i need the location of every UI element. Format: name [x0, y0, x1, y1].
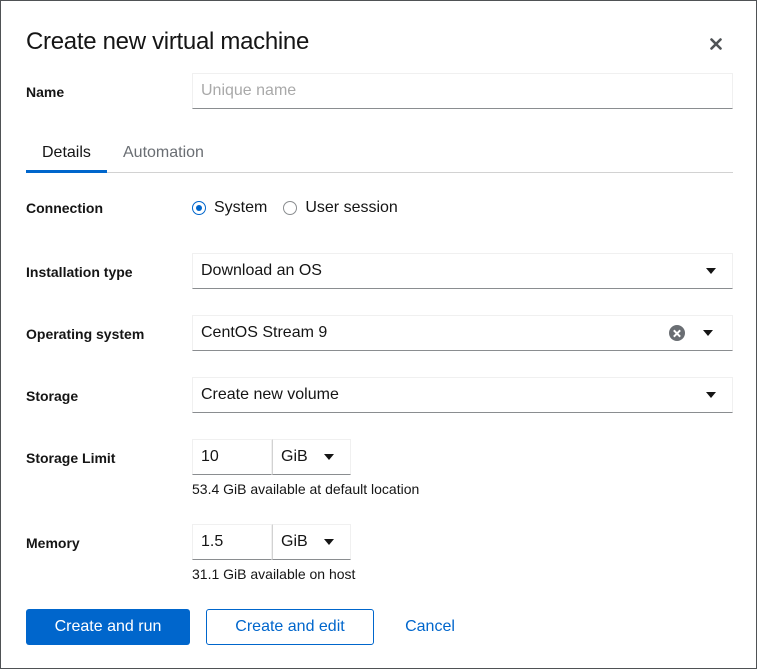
close-icon — [710, 38, 722, 50]
create-and-run-button[interactable]: Create and run — [26, 609, 190, 645]
caret-down-icon — [324, 454, 334, 460]
radio-unchecked-icon — [283, 201, 298, 215]
installation-type-value: Download an OS — [201, 262, 322, 279]
tab-details[interactable]: Details — [26, 136, 107, 173]
tab-automation[interactable]: Automation — [107, 136, 220, 173]
storage-limit-group: GiB — [192, 439, 351, 475]
memory-group: GiB — [192, 524, 351, 560]
radio-user-session[interactable]: User session — [283, 199, 398, 217]
create-vm-dialog: Create new virtual machine Name Details … — [0, 0, 757, 669]
close-button[interactable] — [705, 33, 727, 55]
caret-down-icon — [706, 392, 716, 398]
storage-select[interactable]: Create new volume — [192, 377, 733, 413]
radio-system-label: System — [214, 199, 268, 216]
installation-type-label: Installation type — [26, 264, 133, 280]
storage-value: Create new volume — [201, 386, 339, 403]
connection-radio-group: System User session — [192, 198, 414, 218]
radio-system[interactable]: System — [192, 199, 267, 217]
cancel-button[interactable]: Cancel — [390, 609, 470, 645]
storage-label: Storage — [26, 388, 79, 404]
dialog-title: Create new virtual machine — [26, 28, 310, 55]
storage-limit-unit: GiB — [281, 448, 308, 465]
memory-unit: GiB — [281, 533, 308, 550]
storage-limit-helper: 53.4 GiB available at default location — [192, 481, 420, 497]
caret-down-icon — [324, 539, 334, 545]
tab-bar: Details Automation — [26, 136, 733, 173]
memory-input[interactable] — [192, 524, 272, 560]
storage-limit-label: Storage Limit — [26, 450, 116, 466]
clear-icon[interactable] — [669, 325, 685, 341]
operating-system-value: CentOS Stream 9 — [201, 324, 328, 341]
create-and-edit-button[interactable]: Create and edit — [206, 609, 374, 645]
caret-down-icon — [703, 330, 713, 336]
caret-down-icon — [706, 268, 716, 274]
operating-system-select[interactable]: CentOS Stream 9 — [192, 315, 733, 351]
operating-system-label: Operating system — [26, 326, 145, 342]
storage-limit-input[interactable] — [192, 439, 272, 475]
name-input[interactable] — [192, 73, 733, 109]
radio-checked-icon — [192, 201, 206, 215]
memory-unit-select[interactable]: GiB — [272, 524, 351, 560]
storage-limit-unit-select[interactable]: GiB — [272, 439, 351, 475]
name-label: Name — [26, 84, 65, 100]
radio-user-session-label: User session — [305, 199, 398, 216]
memory-helper: 31.1 GiB available on host — [192, 566, 356, 582]
connection-label: Connection — [26, 200, 103, 216]
memory-label: Memory — [26, 535, 80, 551]
installation-type-select[interactable]: Download an OS — [192, 253, 733, 289]
